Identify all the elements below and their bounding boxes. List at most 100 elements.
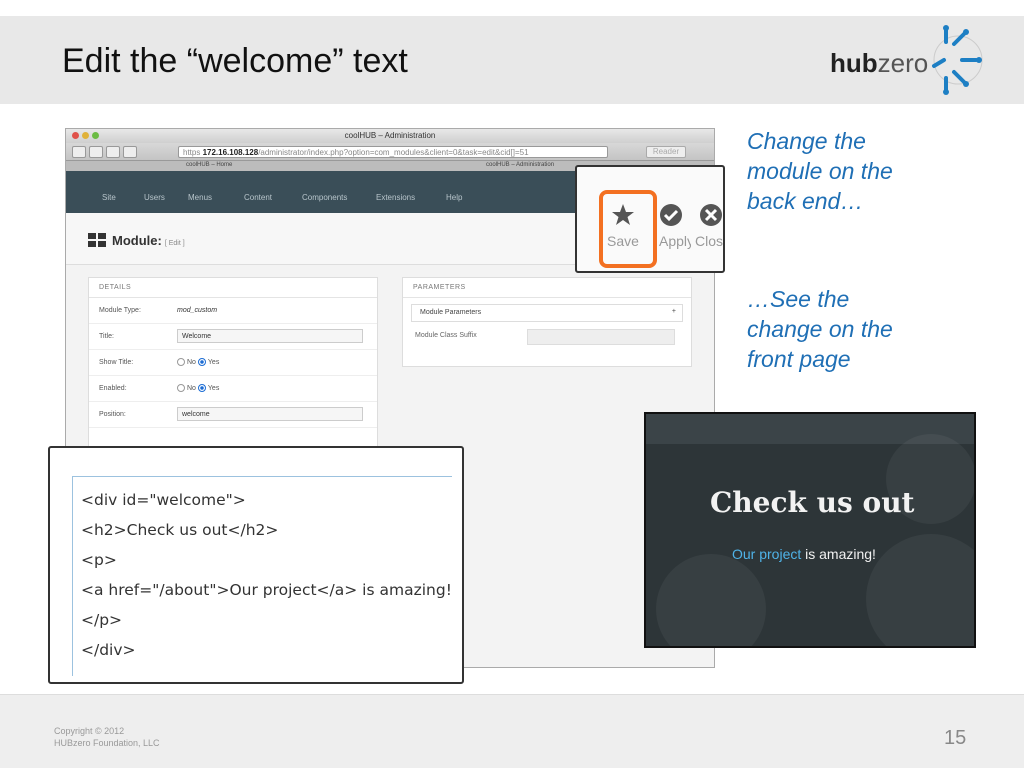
browser-nav-buttons <box>72 146 162 158</box>
hubzero-logo-icon <box>932 25 983 95</box>
menu-menus[interactable]: Menus <box>188 193 212 202</box>
apply-button[interactable]: Apply <box>651 203 691 249</box>
row-position: Position: welcome <box>89 402 377 428</box>
caption-front-page-line: change on the <box>747 316 893 342</box>
save-highlight <box>599 190 657 268</box>
menu-help[interactable]: Help <box>446 193 462 202</box>
address-bar[interactable]: https 172.16.108.128/administrator/index… <box>178 146 608 158</box>
menu-users[interactable]: Users <box>144 193 165 202</box>
module-parameters-toggle[interactable]: Module Parameters + <box>411 304 683 322</box>
menu-site[interactable]: Site <box>102 193 116 202</box>
copyright-line: Copyright © 2012 <box>54 726 125 736</box>
welcome-rest-text: is amazing! <box>801 546 876 562</box>
slide-footer: Copyright © 2012 HUBzero Foundation, LLC… <box>0 694 1024 768</box>
page-number: 15 <box>944 727 967 749</box>
position-label: Position: <box>99 411 126 418</box>
module-grid-icon <box>88 233 106 247</box>
forward-icon[interactable] <box>89 146 103 158</box>
enabled-no-radio[interactable] <box>177 384 185 392</box>
row-module-type: Module Type: mod_custom <box>89 298 377 324</box>
apply-label: Apply <box>659 233 691 249</box>
address-prefix: https <box>183 148 201 157</box>
module-type-value: mod_custom <box>177 307 218 314</box>
code-line: </div> <box>81 641 136 659</box>
code-line: <p> <box>81 551 117 569</box>
browser-titlebar: coolHUB – Administration <box>66 129 714 143</box>
browser-toolbar: https 172.16.108.128/administrator/index… <box>66 143 714 161</box>
show-title-no-label: No <box>187 358 196 366</box>
row-title: Title: Welcome <box>89 324 377 350</box>
toolbar-zoom-callout: Save Apply Clos <box>575 165 725 273</box>
close-button[interactable]: Clos <box>695 203 724 249</box>
front-page-callout: Check us out Our project is amazing! <box>644 412 976 648</box>
window-title: coolHUB – Administration <box>344 131 436 140</box>
copyright: Copyright © 2012 HUBzero Foundation, LLC <box>54 725 160 749</box>
module-edit-label: [ Edit ] <box>164 240 185 247</box>
code-editor[interactable]: <div id="welcome"> <h2>Check us out</h2>… <box>72 476 452 676</box>
show-title-radios: No Yes <box>177 358 219 366</box>
logo-text: hubzero <box>830 48 928 79</box>
copyright-line: HUBzero Foundation, LLC <box>54 738 160 748</box>
caption-back-end: Change the module on the back end… <box>747 126 893 216</box>
class-suffix-label: Module Class Suffix <box>415 332 477 339</box>
menu-components[interactable]: Components <box>302 193 347 202</box>
title-input[interactable]: Welcome <box>177 329 363 343</box>
welcome-heading: Check us out <box>710 486 915 519</box>
code-line: </p> <box>81 611 123 629</box>
caption-front-page-line: …See the <box>747 286 850 312</box>
show-title-label: Show Title: <box>99 359 134 366</box>
enabled-yes-radio[interactable] <box>197 384 206 392</box>
caption-front-page-line: front page <box>747 346 851 372</box>
our-project-link[interactable]: Our project <box>732 546 801 562</box>
address-path: /administrator/index.php?option=com_modu… <box>258 148 529 157</box>
caption-front-page: …See the change on the front page <box>747 284 893 374</box>
logo-text-bold: hub <box>830 48 878 78</box>
parameters-title: PARAMETERS <box>403 278 691 298</box>
slide-title: Edit the “welcome” text <box>62 42 408 80</box>
module-parameters-label: Module Parameters <box>420 309 482 316</box>
caption-back-end-line: Change the <box>747 128 866 154</box>
show-title-no-radio[interactable] <box>177 358 185 366</box>
address-host: 172.16.108.128 <box>202 148 259 157</box>
row-class-suffix: Module Class Suffix <box>403 328 691 350</box>
position-select[interactable]: welcome <box>177 407 363 421</box>
hubzero-logo: hubzero <box>830 22 990 98</box>
close-label: Clos <box>695 233 724 249</box>
caption-back-end-line: back end… <box>747 188 864 214</box>
row-show-title: Show Title: No Yes <box>89 350 377 376</box>
tab-home[interactable]: coolHUB – Home <box>186 162 232 168</box>
tab-admin[interactable]: coolHUB – Administration <box>486 162 554 168</box>
code-callout: <div id="welcome"> <h2>Check us out</h2>… <box>48 446 464 684</box>
show-title-yes-label: Yes <box>207 358 220 366</box>
close-icon <box>700 204 722 226</box>
title-label: Title: <box>99 333 114 340</box>
logo-text-light: zero <box>877 48 929 78</box>
expand-icon: + <box>671 308 676 315</box>
module-label: Module: <box>112 233 162 248</box>
enabled-yes-label: Yes <box>207 384 220 392</box>
module-title: Module:[ Edit ] <box>112 233 185 248</box>
reader-button[interactable]: Reader <box>646 146 686 158</box>
menu-extensions[interactable]: Extensions <box>376 193 415 202</box>
enabled-radios: No Yes <box>177 384 219 392</box>
decorative-bubble <box>866 534 974 646</box>
details-title: DETAILS <box>89 278 377 298</box>
decorative-bubble <box>656 554 766 646</box>
enabled-no-label: No <box>187 384 196 392</box>
code-line: <div id="welcome"> <box>81 491 246 509</box>
module-type-label: Module Type: <box>99 307 141 314</box>
cloud-icon[interactable] <box>106 146 120 158</box>
show-title-yes-radio[interactable] <box>197 358 206 366</box>
back-icon[interactable] <box>72 146 86 158</box>
share-icon[interactable] <box>123 146 137 158</box>
details-panel: DETAILS Module Type: mod_custom Title: Wel… <box>88 277 378 447</box>
code-line: <a href="/about">Our project</a> is amaz… <box>81 581 452 599</box>
class-suffix-input[interactable] <box>527 329 675 345</box>
code-line: <h2>Check us out</h2> <box>81 521 279 539</box>
row-enabled: Enabled: No Yes <box>89 376 377 402</box>
welcome-paragraph: Our project is amazing! <box>732 546 876 562</box>
enabled-label: Enabled: <box>99 385 127 392</box>
menu-content[interactable]: Content <box>244 193 272 202</box>
caption-back-end-line: module on the <box>747 158 893 184</box>
parameters-panel: PARAMETERS Module Parameters + Module Cla… <box>402 277 692 367</box>
